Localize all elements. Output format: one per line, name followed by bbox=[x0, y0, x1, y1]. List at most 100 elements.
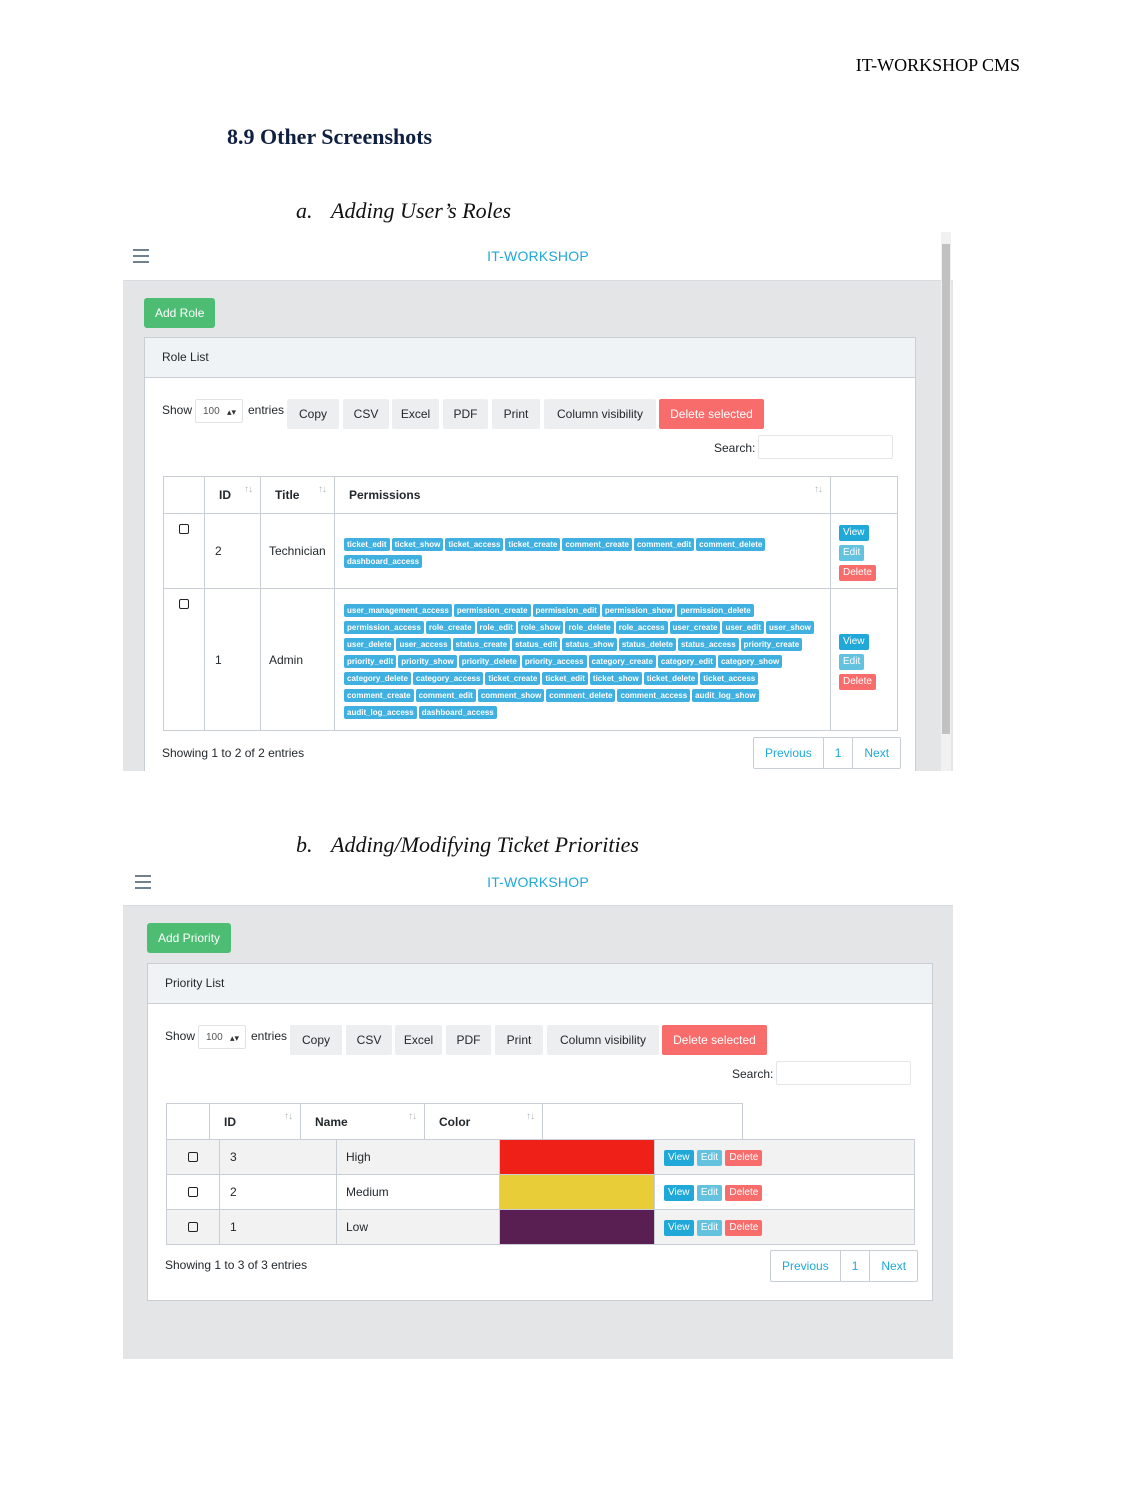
view-button[interactable]: View bbox=[664, 1219, 694, 1236]
edit-button[interactable]: Edit bbox=[696, 1219, 723, 1236]
caption-roles: a. Adding User’s Roles bbox=[296, 198, 511, 224]
permission-badge: permission_delete bbox=[677, 604, 754, 617]
top-navbar: IT-WORKSHOP bbox=[123, 858, 953, 906]
page-1-button[interactable]: 1 bbox=[824, 738, 854, 768]
name-cell: High bbox=[336, 1139, 500, 1175]
permission-badge: permission_create bbox=[453, 604, 531, 617]
id-cell: 2 bbox=[204, 513, 261, 589]
column-header-color[interactable]: Color ↑↓ bbox=[424, 1103, 543, 1141]
previous-page-button[interactable]: Previous bbox=[754, 738, 824, 768]
select-all-header[interactable] bbox=[163, 476, 205, 514]
search-input[interactable] bbox=[758, 435, 893, 459]
table-row: 3 High View Edit Delete bbox=[166, 1139, 915, 1175]
edit-button[interactable]: Edit bbox=[696, 1149, 723, 1166]
copy-button[interactable]: Copy bbox=[287, 399, 339, 429]
print-button[interactable]: Print bbox=[492, 399, 540, 429]
add-priority-button[interactable]: Add Priority bbox=[147, 923, 232, 953]
card-title: Priority List bbox=[148, 964, 932, 1004]
show-label: Show bbox=[162, 403, 193, 417]
next-page-button[interactable]: Next bbox=[853, 738, 900, 768]
actions-cell: View Edit Delete bbox=[654, 1139, 915, 1175]
edit-button[interactable]: Edit bbox=[839, 653, 865, 670]
excel-button[interactable]: Excel bbox=[392, 399, 439, 429]
permission-badge: status_show bbox=[562, 638, 617, 651]
entries-select[interactable]: 100 ▴▾ bbox=[195, 399, 243, 423]
permission-badge: ticket_access bbox=[700, 672, 759, 685]
view-button[interactable]: View bbox=[839, 633, 869, 650]
table-row: 1 Low View Edit Delete bbox=[166, 1209, 915, 1245]
actions-cell: View Edit Delete bbox=[830, 513, 898, 589]
delete-button[interactable]: Delete bbox=[725, 1219, 763, 1236]
permission-badge: dashboard_access bbox=[418, 706, 497, 719]
entries-label: entries bbox=[248, 403, 285, 417]
delete-selected-button[interactable]: Delete selected bbox=[662, 1025, 767, 1055]
delete-button[interactable]: Delete bbox=[839, 673, 876, 690]
delete-button[interactable]: Delete bbox=[725, 1149, 763, 1166]
copy-button[interactable]: Copy bbox=[290, 1025, 342, 1055]
view-button[interactable]: View bbox=[664, 1184, 694, 1201]
column-header-id[interactable]: ID ↑↓ bbox=[204, 476, 261, 514]
entries-select[interactable]: 100 ▴▾ bbox=[198, 1025, 246, 1049]
chevron-updown-icon: ▴▾ bbox=[226, 407, 236, 417]
permission-badge: user_create bbox=[669, 621, 721, 634]
scrollbar-thumb[interactable] bbox=[942, 244, 950, 734]
actions-cell: View Edit Delete bbox=[830, 588, 898, 731]
sort-icon: ↑↓ bbox=[408, 1111, 417, 1122]
select-all-header[interactable] bbox=[166, 1103, 210, 1141]
delete-button[interactable]: Delete bbox=[725, 1184, 763, 1201]
permission-badge: ticket_access bbox=[445, 538, 504, 551]
edit-button[interactable]: Edit bbox=[839, 545, 865, 561]
csv-button[interactable]: CSV bbox=[346, 1025, 392, 1055]
color-swatch bbox=[499, 1139, 655, 1175]
role-list-card: Role List Show 100 ▴▾ entries Copy CSV Ex… bbox=[144, 337, 916, 771]
permission-badge: ticket_delete bbox=[643, 672, 699, 685]
permission-badge: ticket_edit bbox=[542, 672, 588, 685]
column-header-title[interactable]: Title ↑↓ bbox=[260, 476, 335, 514]
search-label: Search: bbox=[714, 441, 756, 455]
column-header-permissions[interactable]: Permissions ↑↓ bbox=[334, 476, 831, 514]
roles-screenshot: IT-WORKSHOP Add Role Role List Show 100 ▴… bbox=[123, 232, 953, 771]
permission-badge: user_access bbox=[396, 638, 451, 651]
column-visibility-button[interactable]: Column visibility bbox=[547, 1025, 659, 1055]
pdf-button[interactable]: PDF bbox=[443, 399, 488, 429]
datatable-toolbar: Show 100 ▴▾ entries Copy CSV Excel PDF Pr… bbox=[165, 1025, 905, 1055]
permission-badge: comment_edit bbox=[415, 689, 476, 702]
brand-title[interactable]: IT-WORKSHOP bbox=[123, 858, 953, 906]
vertical-scrollbar[interactable] bbox=[941, 232, 951, 771]
column-header-id[interactable]: ID ↑↓ bbox=[209, 1103, 301, 1141]
permission-badge: comment_delete bbox=[696, 538, 766, 551]
add-role-button[interactable]: Add Role bbox=[144, 298, 216, 328]
permission-badge: permission_show bbox=[601, 604, 676, 617]
print-button[interactable]: Print bbox=[495, 1025, 543, 1055]
column-visibility-button[interactable]: Column visibility bbox=[544, 399, 656, 429]
row-checkbox[interactable] bbox=[188, 1222, 198, 1232]
row-checkbox[interactable] bbox=[188, 1152, 198, 1162]
row-checkbox[interactable] bbox=[179, 524, 189, 534]
row-select-cell bbox=[166, 1209, 220, 1245]
view-button[interactable]: View bbox=[664, 1149, 694, 1166]
delete-selected-button[interactable]: Delete selected bbox=[659, 399, 764, 429]
page-1-button[interactable]: 1 bbox=[841, 1251, 871, 1281]
brand-title[interactable]: IT-WORKSHOP bbox=[123, 232, 953, 280]
permission-badge: category_access bbox=[412, 672, 484, 685]
excel-button[interactable]: Excel bbox=[395, 1025, 442, 1055]
column-header-name[interactable]: Name ↑↓ bbox=[300, 1103, 425, 1141]
csv-button[interactable]: CSV bbox=[343, 399, 389, 429]
color-swatch bbox=[499, 1174, 655, 1210]
view-button[interactable]: View bbox=[839, 525, 869, 541]
permission-badge: comment_edit bbox=[633, 538, 695, 551]
permission-badge: comment_show bbox=[477, 689, 545, 702]
pdf-button[interactable]: PDF bbox=[446, 1025, 491, 1055]
permission-badge: ticket_create bbox=[505, 538, 561, 551]
edit-button[interactable]: Edit bbox=[696, 1184, 723, 1201]
row-checkbox[interactable] bbox=[179, 599, 189, 609]
next-page-button[interactable]: Next bbox=[870, 1251, 917, 1281]
delete-button[interactable]: Delete bbox=[839, 565, 876, 581]
permission-badge: user_management_access bbox=[344, 604, 452, 617]
permission-badge: status_delete bbox=[618, 638, 676, 651]
row-checkbox[interactable] bbox=[188, 1187, 198, 1197]
permissions-cell: ticket_edit ticket_show ticket_access ticke… bbox=[334, 513, 831, 589]
search-input[interactable] bbox=[776, 1061, 911, 1085]
permission-badge: role_access bbox=[615, 621, 668, 634]
previous-page-button[interactable]: Previous bbox=[771, 1251, 841, 1281]
